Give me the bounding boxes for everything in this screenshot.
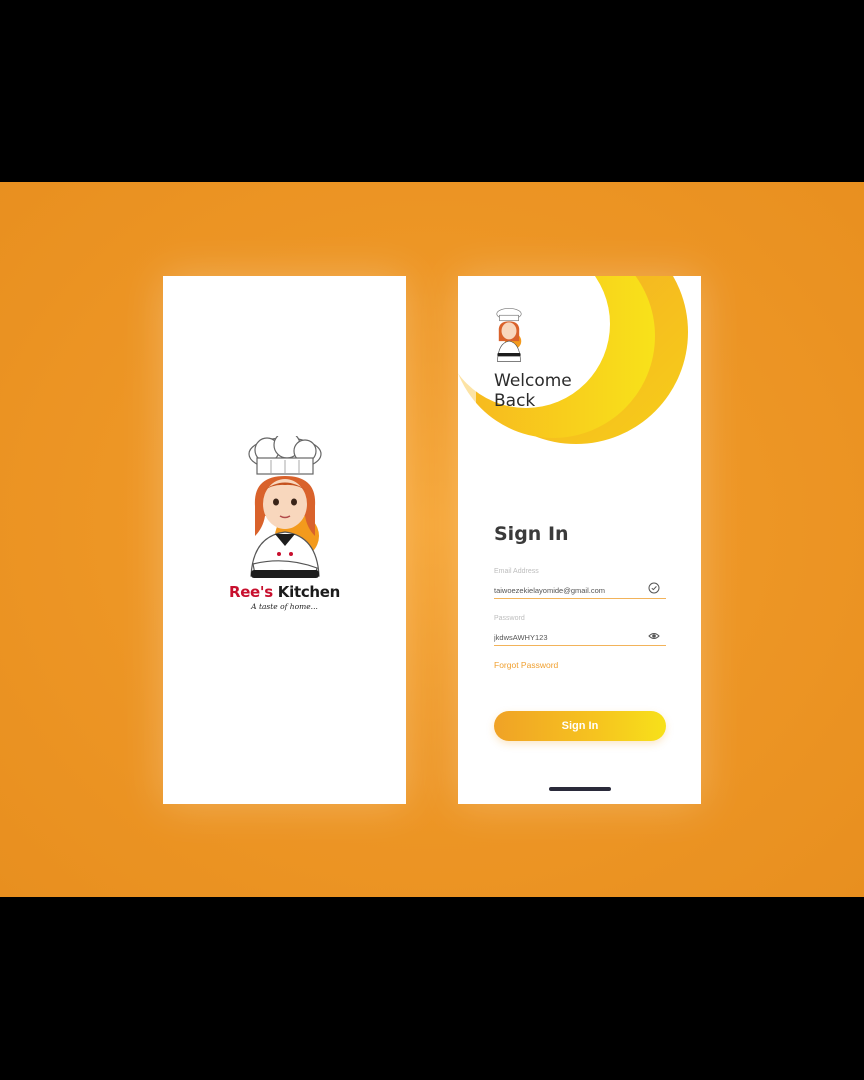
splash-screen: Ree's Kitchen A taste of home...	[163, 276, 406, 804]
welcome-line-2: Back	[494, 391, 536, 411]
presentation-background: Ree's Kitchen A taste of home... Welcome…	[0, 182, 864, 897]
password-field[interactable]	[494, 629, 666, 646]
forgot-password-link[interactable]: Forgot Password	[494, 660, 558, 670]
home-indicator	[549, 787, 611, 791]
eye-icon[interactable]	[648, 630, 660, 642]
brand-tagline: A taste of home...	[251, 602, 318, 611]
brand-name: Ree's Kitchen	[163, 583, 406, 601]
brand-name-second: Kitchen	[277, 583, 341, 601]
signin-title: Sign In	[494, 523, 569, 545]
email-field[interactable]	[494, 582, 666, 599]
signin-screen: Welcome Back Sign In Email Address Passw…	[458, 276, 701, 804]
chef-mascot-logo	[248, 436, 322, 578]
welcome-heading: Welcome Back	[494, 371, 572, 411]
check-circle-icon	[648, 582, 660, 594]
welcome-line-1: Welcome	[494, 371, 572, 391]
chef-mascot-small-logo	[496, 308, 522, 362]
brand-name-first: Ree's	[228, 583, 273, 601]
email-label: Email Address	[494, 568, 539, 575]
signin-button[interactable]: Sign In	[494, 711, 666, 741]
password-label: Password	[494, 615, 525, 622]
